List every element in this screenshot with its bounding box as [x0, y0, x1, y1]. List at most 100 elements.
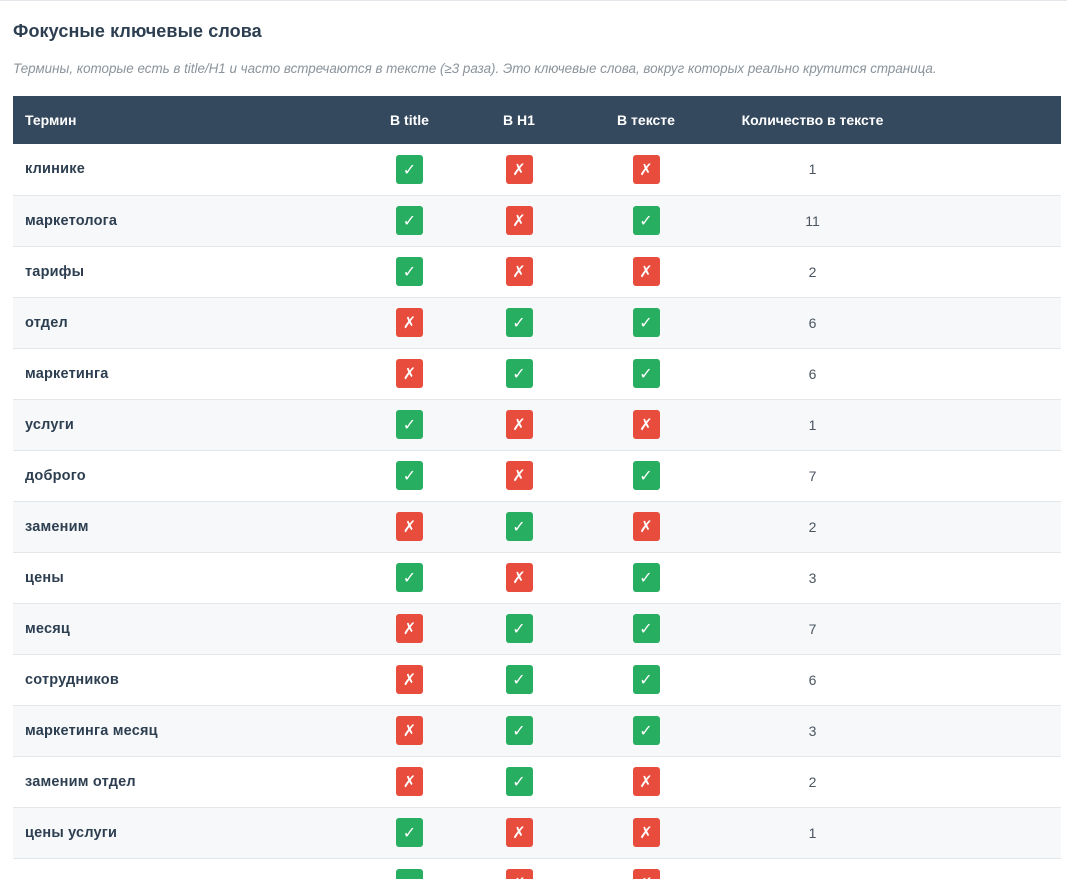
count-cell: 1	[722, 858, 903, 879]
in-title-cell: ✗	[351, 297, 468, 348]
count-cell: 2	[808, 773, 817, 790]
header-term[interactable]: Термин	[13, 96, 351, 144]
in-title-cell: ✗	[351, 705, 468, 756]
in-text-cell: ✓	[570, 450, 722, 501]
in-text-cell: ✓	[570, 654, 722, 705]
in-h1-cell: ✓	[468, 297, 570, 348]
count-cell: 11	[805, 212, 820, 229]
check-icon: ✓	[396, 869, 423, 879]
spacer-cell	[903, 858, 1061, 879]
in-text-cell: ✗	[570, 756, 722, 807]
table-row: услуги ✓ ✗ ✗ 1	[13, 399, 1061, 450]
table-row: цены ✓ ✗ ✓ 3	[13, 552, 1061, 603]
table-row: отдел ✗ ✓ ✓ 6	[13, 297, 1061, 348]
spacer-cell	[903, 450, 1061, 501]
count-cell: 1	[808, 416, 817, 433]
in-h1-cell: ✗	[468, 246, 570, 297]
term-cell	[13, 858, 351, 879]
table-row: доброго ✓ ✗ ✓ 7	[13, 450, 1061, 501]
header-in-h1[interactable]: В H1	[468, 96, 570, 144]
in-title-cell: ✗	[351, 348, 468, 399]
in-text-cell: ✓	[570, 705, 722, 756]
count-cell: 3	[808, 722, 817, 739]
in-title-cell: ✓	[351, 195, 468, 246]
in-text-cell: ✓	[570, 348, 722, 399]
header-in-text[interactable]: В тексте	[570, 96, 722, 144]
check-icon: ✓	[396, 818, 423, 847]
cross-icon: ✗	[505, 869, 533, 879]
term-cell: сотрудников	[25, 671, 119, 688]
check-icon: ✓	[632, 308, 660, 337]
cross-icon: ✗	[632, 257, 660, 286]
cross-icon: ✗	[632, 818, 660, 847]
header-in-title[interactable]: В title	[351, 96, 468, 144]
term-cell: маркетолога	[25, 212, 118, 229]
in-h1-cell: ✓	[468, 654, 570, 705]
count-cell: 7	[808, 467, 817, 484]
cross-icon: ✗	[396, 359, 423, 388]
check-icon: ✓	[396, 563, 423, 592]
check-icon: ✓	[396, 154, 423, 184]
term-cell: услуги	[25, 416, 75, 433]
in-h1-cell: ✗	[468, 552, 570, 603]
cross-icon: ✗	[396, 512, 423, 541]
header-count[interactable]: Количество в тексте	[722, 96, 903, 144]
spacer-cell	[903, 807, 1061, 858]
in-h1-cell: ✗	[468, 858, 570, 879]
in-title-cell: ✓	[351, 399, 468, 450]
table-body: клинике ✓ ✗ ✗ 1 маркетолога ✓ ✗ ✓ 11 тарифы ✓ ✗ ✗ 2 отд…	[13, 144, 1061, 879]
check-icon: ✓	[505, 716, 533, 745]
cross-icon: ✗	[632, 410, 660, 439]
in-title-cell: ✓	[351, 858, 468, 879]
count-cell: 1	[808, 824, 817, 841]
table-row: тарифы ✓ ✗ ✗ 2	[13, 246, 1061, 297]
spacer-cell	[903, 654, 1061, 705]
focus-keywords-section: Фокусные ключевые слова Термины, которые…	[0, 0, 1067, 879]
check-icon: ✓	[505, 767, 533, 796]
check-icon: ✓	[505, 512, 533, 541]
term-cell: цены услуги	[25, 824, 118, 841]
spacer-cell	[903, 705, 1061, 756]
in-title-cell: ✗	[351, 654, 468, 705]
check-icon: ✓	[505, 614, 533, 643]
check-icon: ✓	[632, 461, 660, 490]
in-text-cell: ✓	[570, 195, 722, 246]
term-cell: тарифы	[25, 263, 85, 280]
in-h1-cell: ✓	[468, 705, 570, 756]
count-cell: 2	[808, 518, 817, 535]
spacer-cell	[903, 552, 1061, 603]
term-cell: месяц	[25, 620, 71, 637]
in-text-cell: ✗	[570, 246, 722, 297]
in-h1-cell: ✓	[468, 501, 570, 552]
spacer-cell	[903, 603, 1061, 654]
in-text-cell: ✓	[570, 297, 722, 348]
in-h1-cell: ✗	[468, 807, 570, 858]
check-icon: ✓	[396, 410, 423, 439]
in-title-cell: ✓	[351, 450, 468, 501]
header-spacer	[903, 96, 1061, 144]
in-text-cell: ✗	[570, 144, 722, 195]
cross-icon: ✗	[632, 512, 660, 541]
table-row: заменим ✗ ✓ ✗ 2	[13, 501, 1061, 552]
term-cell: заменим	[25, 518, 89, 535]
cross-icon: ✗	[505, 154, 533, 184]
check-icon: ✓	[632, 359, 660, 388]
in-title-cell: ✓	[351, 144, 468, 195]
in-h1-cell: ✓	[468, 348, 570, 399]
in-text-cell: ✗	[570, 501, 722, 552]
check-icon: ✓	[632, 716, 660, 745]
in-h1-cell: ✗	[468, 450, 570, 501]
check-icon: ✓	[505, 308, 533, 337]
check-icon: ✓	[632, 563, 660, 592]
cross-icon: ✗	[505, 461, 533, 490]
count-cell: 6	[808, 314, 817, 331]
in-h1-cell: ✗	[468, 195, 570, 246]
spacer-cell	[903, 399, 1061, 450]
in-title-cell: ✓	[351, 807, 468, 858]
spacer-cell	[903, 297, 1061, 348]
table-row: маркетинга ✗ ✓ ✓ 6	[13, 348, 1061, 399]
term-cell: доброго	[25, 467, 86, 484]
count-cell: 7	[808, 620, 817, 637]
in-title-cell: ✓	[351, 552, 468, 603]
in-text-cell: ✓	[570, 603, 722, 654]
